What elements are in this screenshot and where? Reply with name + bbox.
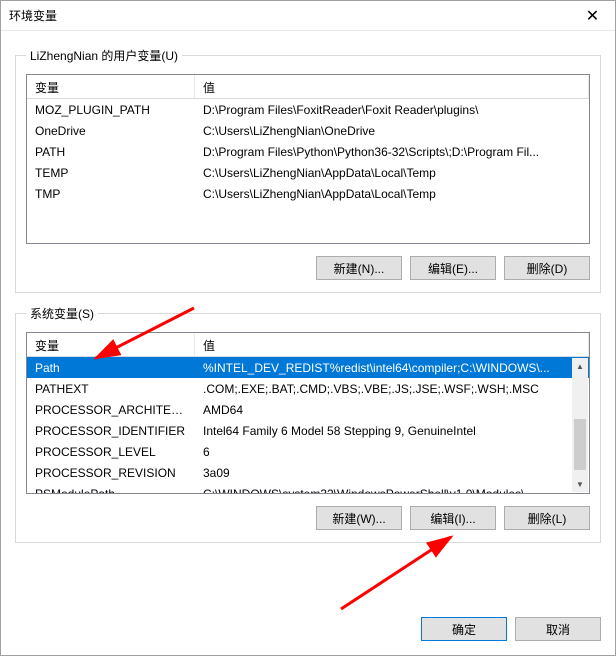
system-new-button[interactable]: 新建(W)... <box>316 506 402 530</box>
scroll-down-icon[interactable]: ▼ <box>572 476 588 492</box>
user-table-header: 变量 值 <box>27 75 589 99</box>
system-edit-button[interactable]: 编辑(I)... <box>410 506 496 530</box>
user-new-button[interactable]: 新建(N)... <box>316 256 402 280</box>
cell-name: TMP <box>27 185 195 203</box>
user-delete-button[interactable]: 删除(D) <box>504 256 590 280</box>
col-header-name[interactable]: 变量 <box>27 75 195 98</box>
system-group-legend: 系统变量(S) <box>26 305 98 322</box>
cell-name: PROCESSOR_IDENTIFIER <box>27 422 195 440</box>
cell-value: C:\Users\LiZhengNian\AppData\Local\Temp <box>195 164 589 182</box>
cell-name: MOZ_PLUGIN_PATH <box>27 101 195 119</box>
close-icon[interactable]: ✕ <box>570 1 615 31</box>
cell-value: 3a09 <box>195 464 589 482</box>
user-variables-group: LiZhengNian 的用户变量(U) 变量 值 MOZ_PLUGIN_PAT… <box>15 47 601 293</box>
system-buttons: 新建(W)... 编辑(I)... 删除(L) <box>26 506 590 530</box>
system-variables-group: 系统变量(S) 变量 值 Path%INTEL_DEV_REDIST%redis… <box>15 305 601 543</box>
table-row[interactable]: PROCESSOR_REVISION3a09 <box>27 462 589 483</box>
scroll-thumb[interactable] <box>574 419 586 470</box>
titlebar: 环境变量 ✕ <box>1 1 615 31</box>
user-edit-button[interactable]: 编辑(E)... <box>410 256 496 280</box>
scroll-track[interactable] <box>572 374 588 476</box>
cell-name: PROCESSOR_LEVEL <box>27 443 195 461</box>
table-row[interactable]: MOZ_PLUGIN_PATHD:\Program Files\FoxitRea… <box>27 99 589 120</box>
col-header-value[interactable]: 值 <box>195 75 589 98</box>
dialog-content: LiZhengNian 的用户变量(U) 变量 值 MOZ_PLUGIN_PAT… <box>1 31 615 611</box>
user-buttons: 新建(N)... 编辑(E)... 删除(D) <box>26 256 590 280</box>
cell-value: 6 <box>195 443 589 461</box>
table-row[interactable]: PATHEXT.COM;.EXE;.BAT;.CMD;.VBS;.VBE;.JS… <box>27 378 589 399</box>
cell-name: PROCESSOR_REVISION <box>27 464 195 482</box>
user-table-body: MOZ_PLUGIN_PATHD:\Program Files\FoxitRea… <box>27 99 589 243</box>
cell-name: PATH <box>27 143 195 161</box>
table-row[interactable]: PROCESSOR_LEVEL6 <box>27 441 589 462</box>
cell-value: D:\Program Files\FoxitReader\Foxit Reade… <box>195 101 589 119</box>
system-table-header: 变量 值 <box>27 333 589 357</box>
table-row[interactable]: TEMPC:\Users\LiZhengNian\AppData\Local\T… <box>27 162 589 183</box>
cell-name: TEMP <box>27 164 195 182</box>
system-delete-button[interactable]: 删除(L) <box>504 506 590 530</box>
annotation-arrow-2 <box>331 531 471 611</box>
cell-value: Intel64 Family 6 Model 58 Stepping 9, Ge… <box>195 422 589 440</box>
cell-value: C:\Users\LiZhengNian\OneDrive <box>195 122 589 140</box>
table-row[interactable]: TMPC:\Users\LiZhengNian\AppData\Local\Te… <box>27 183 589 204</box>
user-group-legend: LiZhengNian 的用户变量(U) <box>26 47 182 64</box>
cell-value: .COM;.EXE;.BAT;.CMD;.VBS;.VBE;.JS;.JSE;.… <box>195 380 589 398</box>
system-scrollbar[interactable]: ▲ ▼ <box>572 358 588 492</box>
window-title: 环境变量 <box>9 7 570 24</box>
table-row[interactable]: PROCESSOR_ARCHITECTAMD64 <box>27 399 589 420</box>
cell-value: C:\Users\LiZhengNian\AppData\Local\Temp <box>195 185 589 203</box>
cell-value: %INTEL_DEV_REDIST%redist\intel64\compile… <box>195 359 589 377</box>
table-row[interactable]: PATHD:\Program Files\Python\Python36-32\… <box>27 141 589 162</box>
cell-name: Path <box>27 359 195 377</box>
cell-name: PROCESSOR_ARCHITECT <box>27 401 195 419</box>
table-row[interactable]: OneDriveC:\Users\LiZhengNian\OneDrive <box>27 120 589 141</box>
cell-name: PSModulePath <box>27 485 195 494</box>
ok-button[interactable]: 确定 <box>421 617 507 641</box>
cancel-button[interactable]: 取消 <box>515 617 601 641</box>
cell-name: OneDrive <box>27 122 195 140</box>
table-row[interactable]: PROCESSOR_IDENTIFIERIntel64 Family 6 Mod… <box>27 420 589 441</box>
cell-value: AMD64 <box>195 401 589 419</box>
dialog-buttons: 确定 取消 <box>1 611 615 655</box>
cell-value: C:\WINDOWS\system32\WindowsPowerShell\v1… <box>195 485 589 494</box>
cell-value: D:\Program Files\Python\Python36-32\Scri… <box>195 143 589 161</box>
col-header-name[interactable]: 变量 <box>27 333 195 356</box>
table-row[interactable]: PSModulePathC:\WINDOWS\system32\WindowsP… <box>27 483 589 493</box>
table-row[interactable]: Path%INTEL_DEV_REDIST%redist\intel64\com… <box>27 357 589 378</box>
env-vars-dialog: 环境变量 ✕ LiZhengNian 的用户变量(U) 变量 值 MOZ_PLU… <box>0 0 616 656</box>
scroll-up-icon[interactable]: ▲ <box>572 358 588 374</box>
system-variables-table[interactable]: 变量 值 Path%INTEL_DEV_REDIST%redist\intel6… <box>26 332 590 494</box>
user-variables-table[interactable]: 变量 值 MOZ_PLUGIN_PATHD:\Program Files\Fox… <box>26 74 590 244</box>
cell-name: PATHEXT <box>27 380 195 398</box>
system-table-body: Path%INTEL_DEV_REDIST%redist\intel64\com… <box>27 357 589 493</box>
col-header-value[interactable]: 值 <box>195 333 589 356</box>
